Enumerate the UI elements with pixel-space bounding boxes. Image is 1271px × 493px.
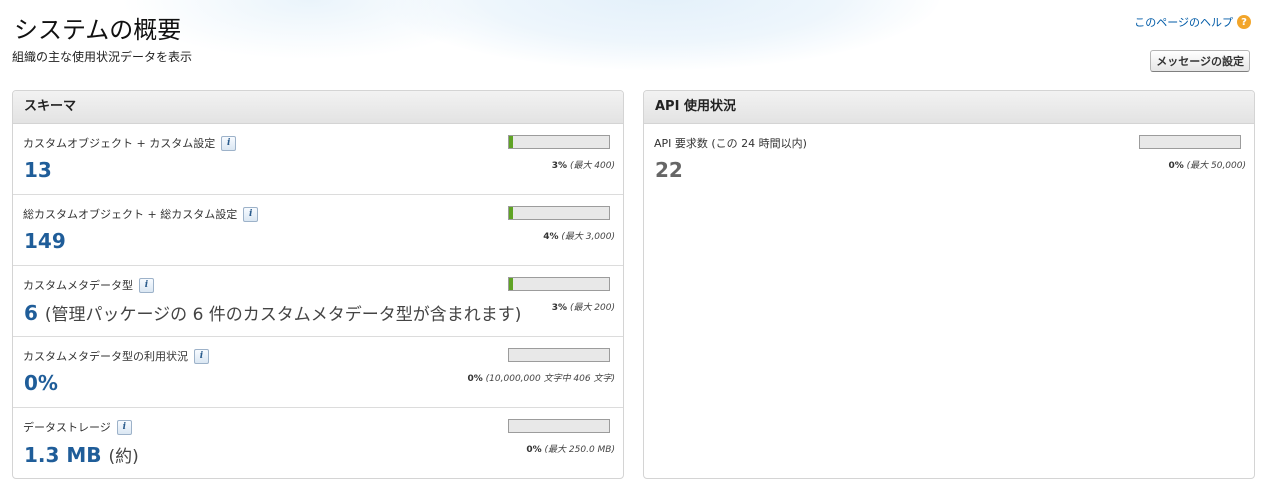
page-subtitle: 組織の主な使用状況データを表示 xyxy=(12,50,193,64)
usage-value: 0% xyxy=(24,371,58,395)
usage-percent: 0% xyxy=(526,445,542,455)
usage-limit-note: 4% (最大 3,000) xyxy=(543,229,615,242)
usage-progress-bar xyxy=(508,206,610,220)
usage-limit: (最大 400) xyxy=(569,161,615,171)
usage-row-label: データストレージ xyxy=(23,421,111,434)
usage-percent: 4% xyxy=(543,232,559,242)
schema-panel: スキーマ カスタムオブジェクト + カスタム設定 i 13 3% (最大 400… xyxy=(12,90,624,479)
usage-value-number: 1.3 MB xyxy=(24,443,102,467)
usage-limit: (10,000,000 文字中 406 文字) xyxy=(485,374,615,384)
usage-row-custom-metadata-usage: カスタムメタデータ型の利用状況 i 0% 0% (10,000,000 文字中 … xyxy=(13,337,623,408)
usage-limit-note: 0% (最大 50,000) xyxy=(1168,158,1246,171)
usage-row-label: 総カスタムオブジェクト + 総カスタム設定 xyxy=(23,208,238,221)
usage-progress-fill xyxy=(509,278,513,290)
usage-percent: 0% xyxy=(467,374,483,384)
usage-limit: (最大 50,000) xyxy=(1186,161,1246,171)
usage-value: 22 xyxy=(655,158,683,182)
usage-progress-fill xyxy=(509,207,513,219)
usage-row-label: カスタムオブジェクト + カスタム設定 xyxy=(23,137,216,150)
api-usage-panel-title: API 使用状況 xyxy=(644,91,1254,124)
usage-limit-note: 3% (最大 200) xyxy=(552,300,615,313)
usage-value: 13 xyxy=(24,158,52,182)
usage-row-label: カスタムメタデータ型の利用状況 xyxy=(23,350,188,363)
usage-value-number: 22 xyxy=(655,158,683,182)
page-title: システムの概要 xyxy=(14,16,182,44)
usage-value-suffix: (約) xyxy=(108,447,139,467)
usage-value-number: 13 xyxy=(24,158,52,182)
usage-row-api-requests: API 要求数 (この 24 時間以内) 22 0% (最大 50,000) xyxy=(644,124,1254,194)
info-icon[interactable]: i xyxy=(194,348,209,364)
usage-value-number: 149 xyxy=(24,229,66,253)
usage-row-data-storage: データストレージ i 1.3 MB (約) 0% (最大 250.0 MB) xyxy=(13,408,623,478)
info-icon[interactable]: i xyxy=(139,277,154,293)
usage-percent: 3% xyxy=(551,303,568,313)
usage-row-custom-objects: カスタムオブジェクト + カスタム設定 i 13 3% (最大 400) xyxy=(13,124,623,195)
usage-row-custom-metadata-types: カスタムメタデータ型 i 6 (管理パッケージの 6 件のカスタムメタデータ型が… xyxy=(13,266,623,337)
help-link[interactable]: このページのヘルプ ? xyxy=(1134,14,1251,30)
usage-value-number: 6 xyxy=(24,301,38,325)
schema-panel-title: スキーマ xyxy=(13,91,623,124)
usage-limit: (最大 3,000) xyxy=(561,232,615,242)
usage-progress-bar xyxy=(508,348,610,362)
usage-percent: 3% xyxy=(551,161,568,171)
background-decoration xyxy=(380,0,940,70)
api-usage-panel: API 使用状況 API 要求数 (この 24 時間以内) 22 0% (最大 … xyxy=(643,90,1255,479)
info-icon[interactable]: i xyxy=(116,419,132,435)
usage-limit-note: 0% (最大 250.0 MB) xyxy=(526,442,615,455)
usage-limit: (最大 200) xyxy=(569,303,615,313)
usage-value: 6 (管理パッケージの 6 件のカスタムメタデータ型が含まれます) xyxy=(24,300,521,325)
usage-value: 1.3 MB (約) xyxy=(24,442,139,467)
usage-percent: 0% xyxy=(1168,161,1184,171)
message-settings-button[interactable]: メッセージの設定 xyxy=(1150,50,1250,72)
help-link-label: このページのヘルプ xyxy=(1134,16,1233,29)
usage-row-label: API 要求数 (この 24 時間以内) xyxy=(654,137,807,150)
usage-limit: (最大 250.0 MB) xyxy=(544,445,615,455)
usage-progress-bar xyxy=(508,135,610,149)
usage-progress-fill xyxy=(509,136,513,148)
usage-limit-note: 0% (10,000,000 文字中 406 文字) xyxy=(468,371,615,384)
info-icon[interactable]: i xyxy=(243,206,259,222)
usage-progress-bar xyxy=(508,277,610,291)
usage-limit-note: 3% (最大 400) xyxy=(552,158,615,171)
usage-progress-bar xyxy=(508,419,610,433)
help-icon[interactable]: ? xyxy=(1237,15,1251,29)
usage-value: 149 xyxy=(24,229,66,253)
usage-value-suffix: (管理パッケージの 6 件のカスタムメタデータ型が含まれます) xyxy=(44,305,522,325)
usage-progress-bar xyxy=(1139,135,1241,149)
usage-row-label: カスタムメタデータ型 xyxy=(23,279,133,292)
usage-value-number: 0% xyxy=(24,371,58,395)
info-icon[interactable]: i xyxy=(221,135,237,151)
usage-row-total-custom-objects: 総カスタムオブジェクト + 総カスタム設定 i 149 4% (最大 3,000… xyxy=(13,195,623,266)
